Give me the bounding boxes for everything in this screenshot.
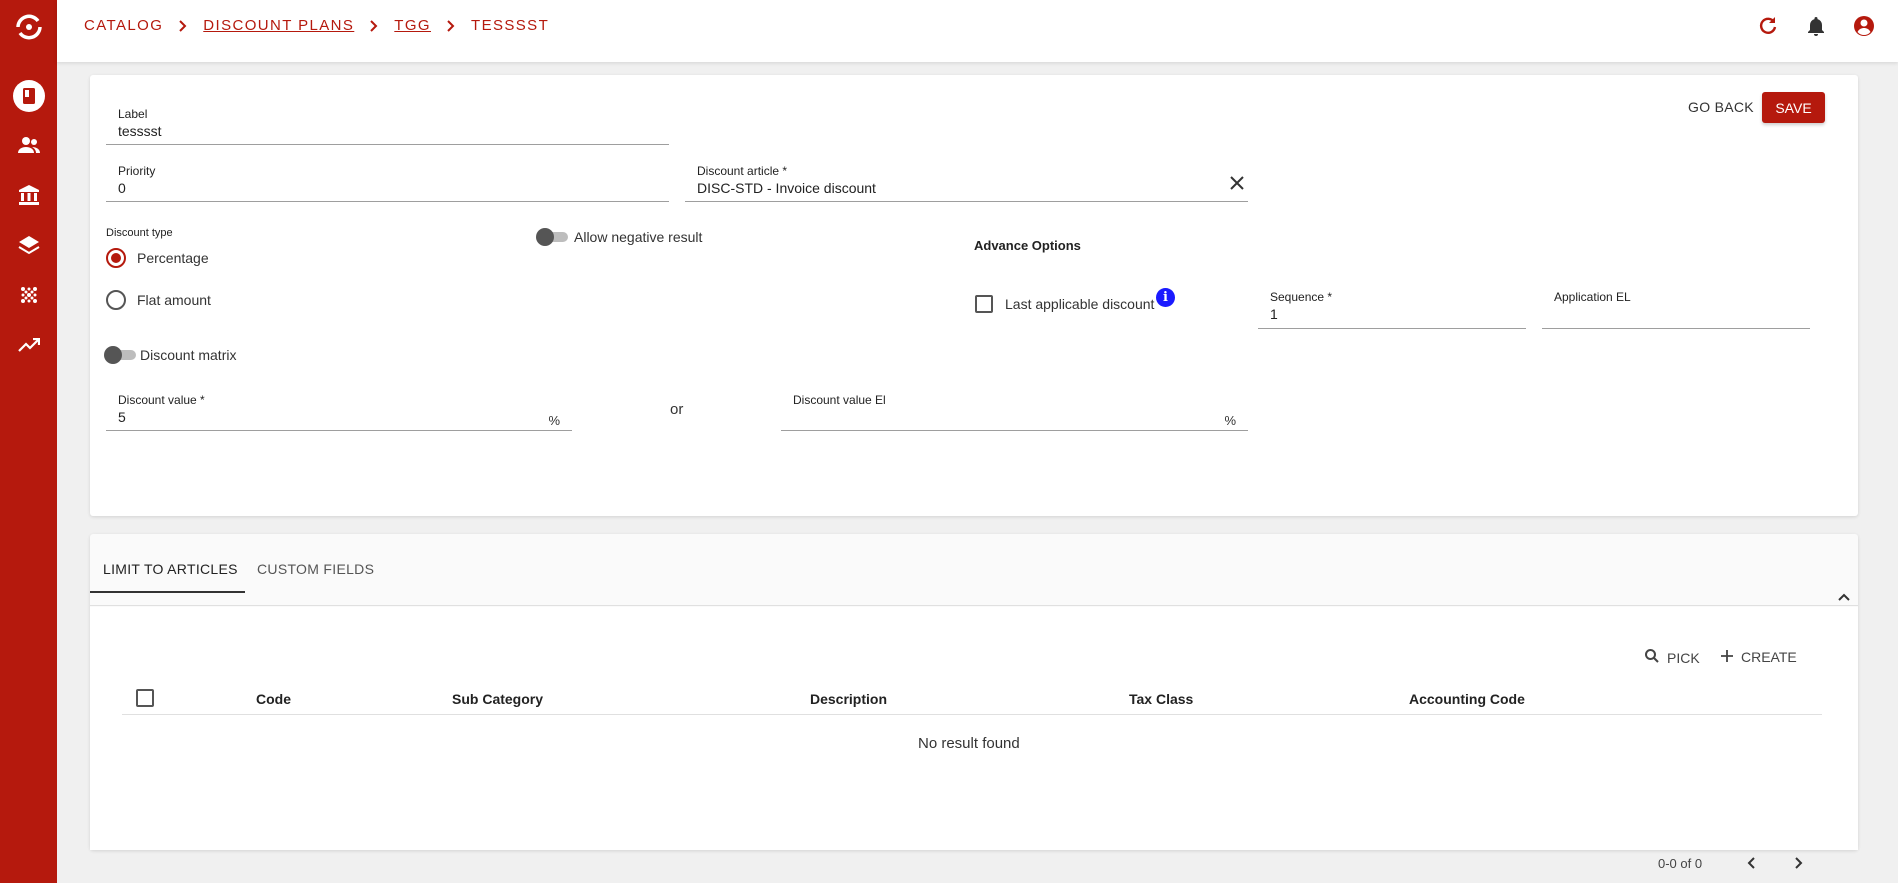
allow-negative-toggle[interactable]: [536, 228, 568, 246]
percentage-radio[interactable]: [106, 248, 126, 268]
label-field-label: Label: [118, 107, 148, 121]
info-icon[interactable]: i: [1156, 288, 1175, 307]
tabs-bar: LIMIT TO ARTICLES CUSTOM FIELDS: [90, 534, 1858, 606]
application-el-field[interactable]: Application EL: [1542, 290, 1810, 329]
header-actions: [1756, 14, 1876, 38]
empty-state-text: No result found: [918, 735, 1020, 752]
breadcrumb-discount-plans[interactable]: DISCOUNT PLANS: [203, 17, 354, 34]
create-label: CREATE: [1741, 649, 1797, 665]
go-back-button[interactable]: GO BACK: [1688, 99, 1754, 115]
allow-negative-label: Allow negative result: [574, 229, 703, 245]
chevron-right-icon: [179, 19, 187, 32]
column-header-description[interactable]: Description: [810, 691, 887, 707]
column-header-sub-category[interactable]: Sub Category: [452, 691, 543, 707]
create-button[interactable]: CREATE: [1721, 649, 1797, 665]
discount-value-label: Discount value *: [118, 393, 205, 407]
last-applicable-checkbox[interactable]: [975, 295, 993, 313]
breadcrumb-current: TESSSST: [471, 17, 550, 34]
clear-icon[interactable]: [1230, 176, 1244, 193]
limit-to-articles-panel: PICK CREATE Code Sub Category Descriptio…: [90, 607, 1858, 871]
advance-options-title: Advance Options: [974, 238, 1081, 253]
priority-field-value[interactable]: 0: [118, 180, 126, 196]
sequence-value[interactable]: 1: [1270, 306, 1278, 322]
layers-icon[interactable]: [0, 230, 57, 260]
account-circle-icon[interactable]: [1852, 14, 1876, 38]
pick-label: PICK: [1667, 649, 1700, 666]
table-header-divider: [122, 714, 1822, 715]
column-header-tax-class[interactable]: Tax Class: [1129, 691, 1193, 707]
priority-field-label: Priority: [118, 164, 156, 178]
last-applicable-label: Last applicable discount: [1005, 296, 1155, 312]
select-all-checkbox[interactable]: [136, 689, 154, 707]
discount-value-el-label: Discount value El: [793, 393, 886, 407]
trending-up-icon[interactable]: [0, 330, 57, 360]
discount-matrix-toggle[interactable]: [104, 346, 136, 364]
discount-value-field[interactable]: Discount value * 5 %: [106, 393, 572, 431]
flat-amount-label: Flat amount: [137, 292, 211, 308]
grid-dots-icon[interactable]: [0, 280, 57, 310]
discount-matrix-label: Discount matrix: [140, 347, 237, 363]
discount-value-el-field[interactable]: Discount value El %: [781, 393, 1248, 431]
label-field[interactable]: Label tesssst: [106, 107, 669, 145]
book-icon[interactable]: [0, 80, 57, 112]
chevron-right-icon[interactable]: [1787, 851, 1811, 875]
tab-custom-fields[interactable]: CUSTOM FIELDS: [257, 561, 374, 577]
flat-amount-radio[interactable]: [106, 290, 126, 310]
tab-limit-to-articles[interactable]: LIMIT TO ARTICLES: [103, 561, 238, 577]
discount-article-label: Discount article *: [697, 164, 788, 178]
discount-value-value[interactable]: 5: [118, 409, 126, 425]
pagination-text: 0-0 of 0: [1658, 856, 1703, 871]
breadcrumb: CATALOG DISCOUNT PLANS TGG TESSSST: [84, 17, 549, 34]
pick-button[interactable]: PICK: [1645, 649, 1700, 666]
label-field-value[interactable]: tesssst: [118, 123, 162, 139]
column-header-accounting-code[interactable]: Accounting Code: [1409, 691, 1525, 707]
chevron-right-icon: [370, 19, 378, 32]
bank-icon[interactable]: [0, 180, 57, 210]
refresh-icon[interactable]: [1756, 14, 1780, 38]
tabs-card: LIMIT TO ARTICLES CUSTOM FIELDS PICK CRE…: [90, 534, 1858, 871]
chevron-up-icon[interactable]: [1838, 588, 1850, 604]
bell-icon[interactable]: [1804, 14, 1828, 38]
percentage-label: Percentage: [137, 250, 209, 266]
discount-type-label: Discount type: [106, 227, 173, 239]
tab-indicator: [90, 591, 245, 593]
sequence-field[interactable]: Sequence * 1: [1258, 290, 1526, 329]
percent-suffix: %: [548, 413, 560, 428]
or-text: or: [670, 401, 684, 418]
plus-icon: [1721, 649, 1733, 665]
topbar: CATALOG DISCOUNT PLANS TGG TESSSST: [57, 0, 1898, 62]
search-icon: [1645, 649, 1659, 666]
chevron-right-icon: [447, 19, 455, 32]
sidebar: [0, 0, 57, 883]
breadcrumb-tgg[interactable]: TGG: [394, 17, 431, 34]
people-icon[interactable]: [0, 130, 57, 160]
save-button[interactable]: SAVE: [1762, 92, 1825, 123]
sequence-label: Sequence *: [1270, 290, 1333, 304]
chevron-left-icon[interactable]: [1739, 851, 1763, 875]
breadcrumb-catalog[interactable]: CATALOG: [84, 17, 163, 34]
column-header-code[interactable]: Code: [256, 691, 291, 707]
application-el-label: Application EL: [1554, 290, 1631, 304]
priority-field[interactable]: Priority 0: [106, 164, 669, 202]
discount-form-card: GO BACK SAVE Label tesssst Priority 0 Di…: [90, 75, 1858, 516]
app-logo-icon[interactable]: [0, 12, 57, 42]
discount-article-field[interactable]: Discount article * DISC-STD - Invoice di…: [685, 164, 1248, 202]
discount-article-value[interactable]: DISC-STD - Invoice discount: [697, 180, 876, 196]
percent-suffix: %: [1224, 413, 1236, 428]
